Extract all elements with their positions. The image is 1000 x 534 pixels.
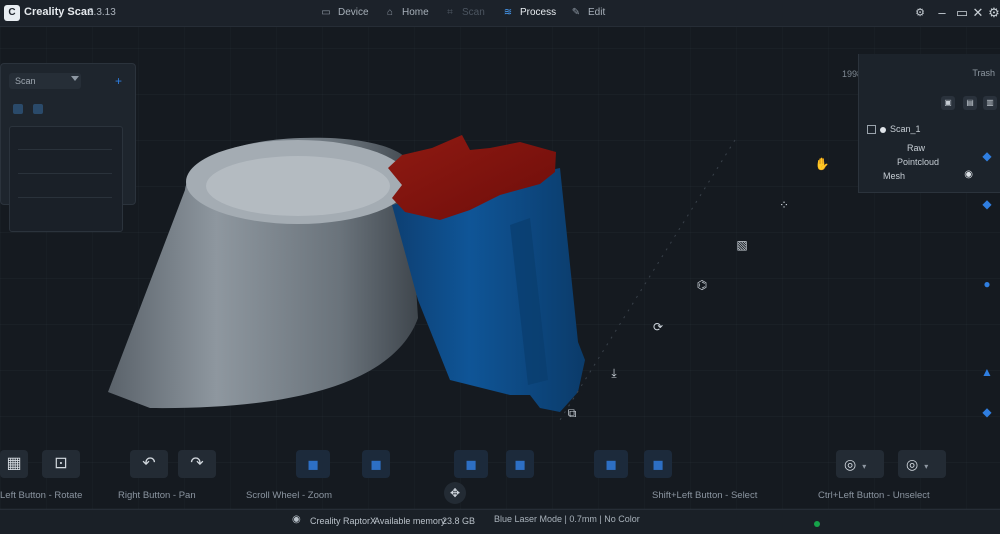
view-bottom-button[interactable]: ◼ <box>644 450 672 478</box>
bottom-toolbar: ▦ ⊡ ↶ ↷ ◼ ◼ ◼ ◼ ◼ ◼ ◎ ▾ ◎ ▾ <box>0 442 1000 486</box>
extra-window-icon[interactable]: ⚙ <box>988 3 1000 23</box>
list-item[interactable] <box>18 149 112 150</box>
hint-select: Shift+Left Button - Select <box>652 490 758 501</box>
trash-label[interactable]: Trash <box>972 68 995 78</box>
status-bar: ◉ Creality RaptorX Available memory 23.8… <box>0 509 1000 534</box>
tree-label: Mesh <box>883 171 906 181</box>
view-back-button[interactable]: ◼ <box>362 450 390 478</box>
connection-eye-icon: ◉ <box>292 514 301 525</box>
rail-icon[interactable]: ▲ <box>980 365 994 379</box>
3d-viewport[interactable]: Scan + 1998/02 Base Trash ▣ ▤ ▥ Scan_1 R… <box>0 27 1000 509</box>
grid-view-button[interactable]: ▦ <box>0 450 28 478</box>
view-front-button[interactable]: ◼ <box>296 450 330 478</box>
mouse-hint-bar: Left Button - Rotate Right Button - Pan … <box>0 486 1000 506</box>
save-icon[interactable]: ▤ <box>963 96 977 110</box>
hint-rotate: Left Button - Rotate <box>0 490 83 501</box>
chevron-down-icon: ▾ <box>924 462 929 471</box>
tab-label: Process <box>520 7 557 18</box>
visibility-eye-icon[interactable]: ◉ <box>964 169 973 180</box>
checkbox-icon[interactable] <box>867 125 876 135</box>
render-mode-dropdown[interactable]: ◎ ▾ <box>836 450 884 478</box>
view-icon[interactable] <box>13 104 23 114</box>
tree-item-raw[interactable]: Raw <box>907 143 925 153</box>
tree-item-scan[interactable]: Scan_1 <box>867 124 921 135</box>
undo-button[interactable]: ↶ <box>130 450 168 478</box>
view-left-button[interactable]: ◼ <box>454 450 488 478</box>
tab-edit[interactable]: ✎ Edit <box>570 0 605 26</box>
tree-label: Raw <box>907 143 926 153</box>
settings-icon[interactable]: ⚙ <box>910 3 930 23</box>
app-name: Creality Scan <box>24 6 94 18</box>
app-version: 3.3.13 <box>88 7 116 18</box>
process-icon: ≋ <box>503 7 513 18</box>
tab-label: Scan <box>462 7 485 18</box>
tab-label: Edit <box>588 7 606 18</box>
device-name: Creality RaptorX <box>310 516 377 526</box>
hint-unselect: Ctrl+Left Button - Unselect <box>818 490 930 501</box>
hint-zoom: Scroll Wheel - Zoom <box>246 490 333 501</box>
crop-tool-icon[interactable]: ⧉ <box>564 405 580 421</box>
tree-label: Pointcloud <box>897 157 940 167</box>
hand-tool-icon[interactable]: ✋ <box>814 156 830 172</box>
orientation-gizmo-icon[interactable]: ✥ <box>444 482 466 504</box>
home-icon: ⌂ <box>386 7 394 18</box>
title-bar: C Creality Scan 3.3.13 ▭ Device ⌂ Home ⌗ Sc… <box>0 0 1000 27</box>
points-select-icon[interactable]: ⁘ <box>776 197 792 213</box>
list-item[interactable] <box>18 197 112 198</box>
status-indicator <box>814 521 820 527</box>
rotate-tool-icon[interactable]: ⟳ <box>650 319 666 335</box>
import-icon[interactable]: ▣ <box>941 96 955 110</box>
rail-icon[interactable]: ● <box>980 277 994 291</box>
tab-label: Home <box>402 7 429 18</box>
view-top-button[interactable]: ◼ <box>594 450 628 478</box>
tab-scan[interactable]: ⌗ Scan <box>444 0 485 26</box>
app-logo-icon: C <box>4 5 20 21</box>
device-icon: ▭ <box>321 7 331 18</box>
chevron-down-icon: ▾ <box>862 462 867 471</box>
tab-label: Device <box>338 7 369 18</box>
rail-icon[interactable]: ◆ <box>980 405 994 419</box>
hint-pan: Right Button - Pan <box>118 490 196 501</box>
rail-icon[interactable]: ◆ <box>980 197 994 211</box>
close-button[interactable]: ✕ <box>968 3 988 23</box>
rail-icon[interactable]: ◆ <box>980 149 994 163</box>
download-icon[interactable]: ⤓ <box>606 365 622 381</box>
filter-icon[interactable] <box>33 104 43 114</box>
chevron-down-icon[interactable] <box>71 76 79 81</box>
tree-item-pointcloud[interactable]: Pointcloud <box>897 157 939 167</box>
tree-item-mesh[interactable]: Mesh <box>883 171 905 181</box>
scan-mode-status: Blue Laser Mode | 0.7mm | No Color <box>494 514 640 524</box>
scan-list-panel: Scan + <box>0 63 136 232</box>
view-right-button[interactable]: ◼ <box>506 450 534 478</box>
box-select-icon[interactable]: ▧ <box>734 237 750 253</box>
dot-icon <box>880 126 886 133</box>
frame-view-button[interactable]: ⊡ <box>42 450 80 478</box>
scan-icon: ⌗ <box>447 7 453 18</box>
redo-button[interactable]: ↷ <box>178 450 216 478</box>
scan-list[interactable] <box>9 126 123 232</box>
minimize-button[interactable]: – <box>932 3 952 23</box>
lasso-select-icon[interactable]: ⌬ <box>694 277 710 293</box>
scene-render <box>108 135 736 421</box>
edit-icon: ✎ <box>571 7 581 18</box>
gray-mesh-inner <box>206 156 390 216</box>
model-tree-panel: Trash ▣ ▤ ▥ Scan_1 Raw Pointcloud Mesh ◉ <box>858 54 1000 193</box>
list-item[interactable] <box>18 173 112 174</box>
memory-value: 23.8 GB <box>442 516 476 526</box>
tree-label: Scan_1 <box>890 124 921 134</box>
tab-process[interactable]: ≋ Process <box>502 0 556 26</box>
add-icon[interactable]: + <box>115 74 122 88</box>
tab-home[interactable]: ⌂ Home <box>384 0 429 26</box>
lighting-dropdown[interactable]: ◎ ▾ <box>898 450 946 478</box>
memory-label: Available memory <box>374 516 446 526</box>
tab-device[interactable]: ▭ Device <box>320 0 369 26</box>
delete-icon[interactable]: ▥ <box>983 96 997 110</box>
